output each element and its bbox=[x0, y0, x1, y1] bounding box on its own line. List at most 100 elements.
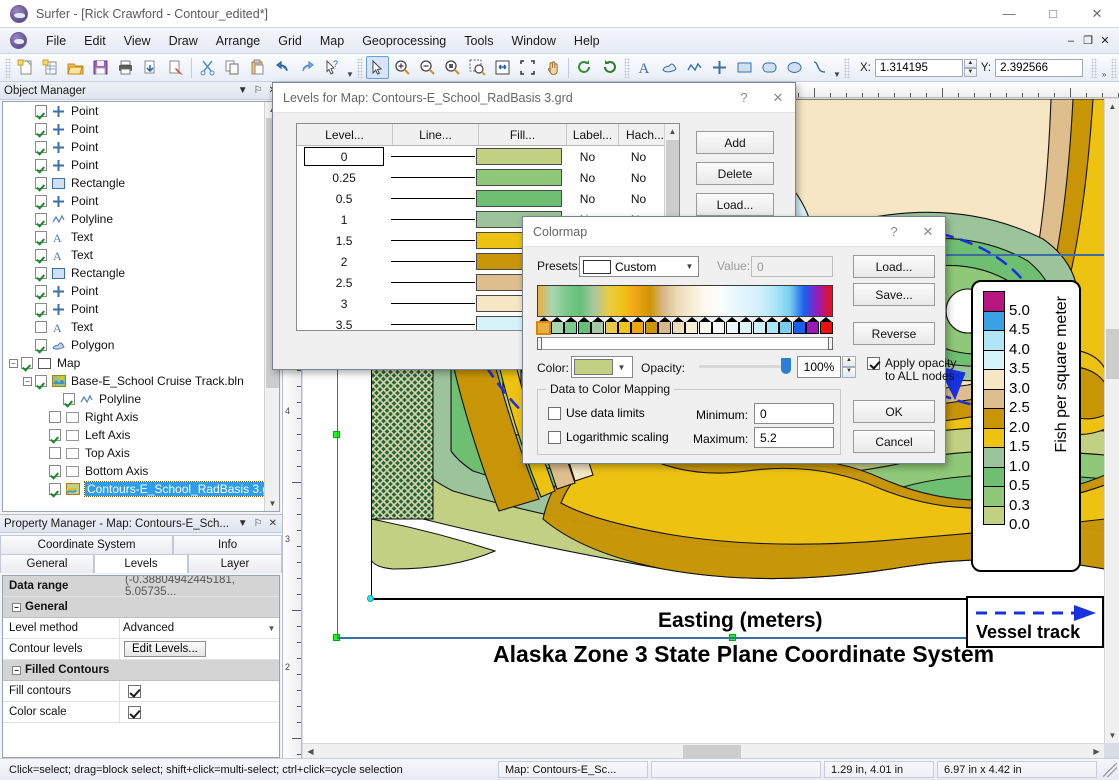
tree-node-rectangle[interactable]: Rectangle bbox=[3, 264, 264, 282]
mdi-restore-button[interactable]: ❐ bbox=[1080, 32, 1096, 50]
tree-node-polyline[interactable]: Polyline bbox=[3, 390, 264, 408]
menu-window[interactable]: Window bbox=[502, 31, 564, 51]
tree-node-left-axis[interactable]: Left Axis bbox=[3, 426, 264, 444]
level-value[interactable]: 0 bbox=[297, 146, 391, 167]
slider-handle-left[interactable] bbox=[537, 337, 542, 350]
level-label-flag[interactable]: No bbox=[562, 167, 613, 188]
colormap-node[interactable] bbox=[604, 317, 618, 334]
polyline-icon[interactable] bbox=[683, 56, 706, 79]
apply-opacity-row[interactable]: Apply opacity to ALL nodes bbox=[867, 357, 956, 383]
levels-table-row[interactable]: 0.5 No No bbox=[297, 188, 664, 209]
x-coordinate-stepper[interactable]: ▲ ▼ bbox=[963, 58, 977, 77]
rounded-rect-icon[interactable] bbox=[758, 56, 781, 79]
use-data-limits-row[interactable]: Use data limits bbox=[548, 406, 645, 420]
colormap-node[interactable] bbox=[591, 317, 605, 334]
tree-node-point[interactable]: Point bbox=[3, 120, 264, 138]
colormap-gradient-strip[interactable] bbox=[537, 285, 833, 317]
toolbar-overflow-button-3[interactable]: » bbox=[1099, 57, 1109, 79]
property-group-filled-contours[interactable]: − Filled Contours bbox=[3, 660, 279, 681]
pm-close-icon[interactable]: ✕ bbox=[269, 518, 277, 529]
use-data-limits-checkbox[interactable] bbox=[548, 406, 561, 420]
collapse-general-icon[interactable]: − bbox=[12, 602, 21, 612]
reverse-colormap-button[interactable]: Reverse bbox=[853, 322, 935, 345]
level-fill-cell[interactable] bbox=[475, 188, 562, 209]
colormap-node[interactable] bbox=[617, 317, 631, 334]
levels-dialog-titlebar[interactable]: Levels for Map: Contours-E_School_RadBas… bbox=[273, 83, 795, 113]
level-label-flag[interactable]: No bbox=[562, 146, 613, 167]
cancel-button[interactable]: Cancel bbox=[853, 430, 935, 453]
colormap-node[interactable] bbox=[564, 317, 578, 334]
colormap-node[interactable] bbox=[698, 317, 712, 334]
level-fill-swatch[interactable] bbox=[475, 148, 562, 165]
colormap-node[interactable] bbox=[779, 317, 793, 334]
colormap-dialog-close-button[interactable]: ✕ bbox=[911, 217, 945, 246]
tree-node-checkbox[interactable] bbox=[63, 393, 75, 405]
colormap-node[interactable] bbox=[685, 317, 699, 334]
tree-node-checkbox[interactable] bbox=[35, 105, 47, 117]
zoom-page-icon[interactable] bbox=[491, 56, 514, 79]
apply-opacity-checkbox[interactable] bbox=[867, 357, 880, 370]
tree-node-bottom-axis[interactable]: Bottom Axis bbox=[3, 462, 264, 480]
level-value[interactable]: 2.5 bbox=[297, 272, 391, 293]
tree-node-checkbox[interactable] bbox=[35, 213, 47, 225]
tree-node-point[interactable]: Point bbox=[3, 192, 264, 210]
toolbar-grip[interactable] bbox=[5, 57, 11, 78]
help-pointer-icon[interactable]: ? bbox=[321, 56, 344, 79]
tree-node-checkbox[interactable] bbox=[49, 483, 61, 495]
color-scale-legend[interactable]: 5.0 4.5 4.0 3.5 3.0 2.5 2.0 1.5 1.0 0.5 0.3 0.0 Fis… bbox=[971, 280, 1081, 572]
tree-node-checkbox[interactable] bbox=[49, 447, 61, 459]
tab-levels[interactable]: Levels bbox=[94, 554, 188, 573]
undo-icon[interactable] bbox=[271, 56, 294, 79]
tree-node-point[interactable]: Point bbox=[3, 282, 264, 300]
tree-node-checkbox[interactable] bbox=[35, 267, 47, 279]
redo-icon[interactable] bbox=[296, 56, 319, 79]
tab-general[interactable]: General bbox=[0, 554, 94, 573]
opacity-stepper[interactable]: ▲ ▼ bbox=[842, 356, 856, 378]
menu-tools[interactable]: Tools bbox=[455, 31, 502, 51]
tree-node-point[interactable]: Point bbox=[3, 300, 264, 318]
level-value[interactable]: 3 bbox=[297, 293, 391, 314]
tree-collapse-icon[interactable]: − bbox=[9, 358, 18, 368]
tree-node-point[interactable]: Point bbox=[3, 102, 264, 120]
levels-table-row[interactable]: 0 No No bbox=[297, 146, 664, 167]
level-line-sample[interactable] bbox=[391, 293, 476, 314]
level-value[interactable]: 1.5 bbox=[297, 230, 391, 251]
open-icon[interactable] bbox=[64, 56, 87, 79]
color-scale-checkbox[interactable] bbox=[128, 705, 141, 719]
menu-edit[interactable]: Edit bbox=[75, 31, 115, 51]
colormap-node[interactable] bbox=[577, 317, 591, 334]
y-coordinate-input[interactable] bbox=[995, 58, 1084, 77]
save-colormap-button[interactable]: Save... bbox=[853, 283, 935, 306]
tree-node-checkbox[interactable] bbox=[35, 195, 47, 207]
log-scaling-checkbox[interactable] bbox=[548, 430, 561, 444]
paste-icon[interactable] bbox=[246, 56, 269, 79]
level-method-select[interactable]: Advanced ▼ bbox=[120, 619, 279, 638]
pm-dropdown-icon[interactable]: ▼ bbox=[238, 518, 248, 529]
menu-arrange[interactable]: Arrange bbox=[207, 31, 269, 51]
levels-table-row[interactable]: 0.25 No No bbox=[297, 167, 664, 188]
colormap-node[interactable] bbox=[752, 317, 766, 334]
tree-node-checkbox[interactable] bbox=[35, 249, 47, 261]
pan-icon[interactable] bbox=[541, 56, 564, 79]
close-button[interactable]: ✕ bbox=[1075, 0, 1119, 28]
ok-button[interactable]: OK bbox=[853, 400, 935, 423]
log-scaling-row[interactable]: Logarithmic scaling bbox=[548, 430, 669, 444]
spline-icon[interactable] bbox=[808, 56, 831, 79]
export-icon[interactable] bbox=[139, 56, 162, 79]
toolbar-grip-2[interactable] bbox=[357, 57, 363, 78]
canvas-scroll-right-icon[interactable]: ▶ bbox=[1089, 744, 1104, 758]
tree-node-point[interactable]: Point bbox=[3, 138, 264, 156]
presets-select[interactable]: Custom ▼ bbox=[579, 256, 699, 277]
print-icon[interactable] bbox=[114, 56, 137, 79]
level-line-sample[interactable] bbox=[391, 209, 476, 230]
colormap-node[interactable] bbox=[631, 317, 645, 334]
colormap-node[interactable] bbox=[658, 317, 672, 334]
level-value-selected[interactable]: 0 bbox=[304, 147, 385, 166]
property-group-general[interactable]: − General bbox=[3, 597, 279, 618]
cut-icon[interactable] bbox=[196, 56, 219, 79]
tree-collapse-icon[interactable]: − bbox=[23, 376, 32, 386]
level-hach-flag[interactable]: No bbox=[613, 188, 664, 209]
colormap-node[interactable] bbox=[644, 317, 658, 334]
tree-node-text[interactable]: A Text bbox=[3, 318, 264, 336]
edit-levels-button[interactable]: Edit Levels... bbox=[124, 641, 206, 657]
